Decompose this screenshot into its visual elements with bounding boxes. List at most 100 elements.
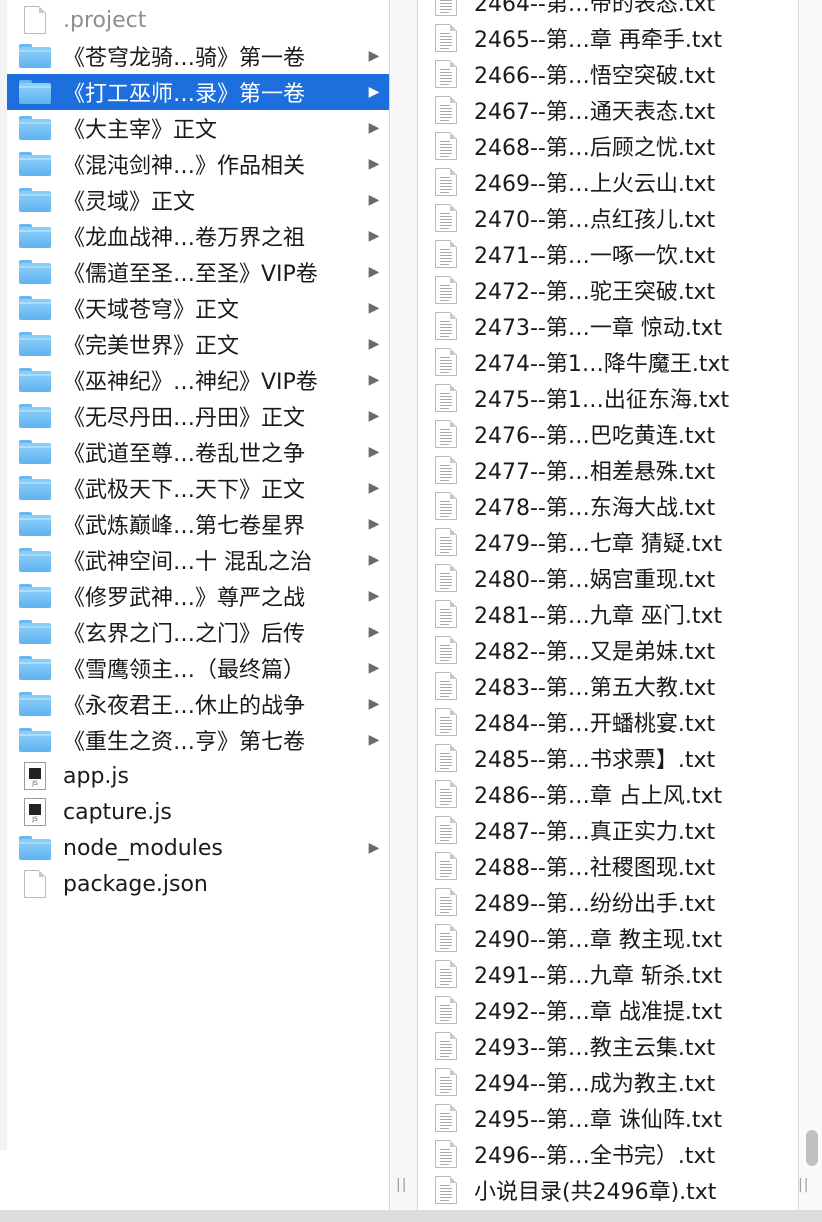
chevron-right-icon[interactable]: ▶ xyxy=(363,840,385,856)
file-row[interactable]: .project xyxy=(7,2,389,38)
file-row[interactable]: 2481--第…九章 巫门.txt xyxy=(418,596,798,632)
text-file-icon xyxy=(435,816,457,844)
file-row[interactable]: 2465--第…章 再牵手.txt xyxy=(418,20,798,56)
chevron-right-icon[interactable]: ▶ xyxy=(363,192,385,208)
folder-row[interactable]: 《重生之资…亨》第七卷 ▶ xyxy=(7,722,389,758)
file-row[interactable]: 2482--第…又是弟妹.txt xyxy=(418,632,798,668)
file-row[interactable]: 2470--第…点红孩儿.txt xyxy=(418,200,798,236)
text-file-icon xyxy=(435,1104,457,1132)
file-row[interactable]: 2495--第…章 诛仙阵.txt xyxy=(418,1100,798,1136)
chevron-right-icon[interactable]: ▶ xyxy=(363,228,385,244)
icon-slot xyxy=(7,146,63,182)
folder-row[interactable]: 《武炼巅峰…第七卷星界 ▶ xyxy=(7,506,389,542)
file-row[interactable]: 2490--第…章 教主现.txt xyxy=(418,920,798,956)
folder-row[interactable]: 《武极天下…天下》正文 ▶ xyxy=(7,470,389,506)
file-row[interactable]: 2472--第…驼王突破.txt xyxy=(418,272,798,308)
file-row[interactable]: JS app.js xyxy=(7,758,389,794)
chevron-right-icon[interactable]: ▶ xyxy=(363,84,385,100)
chevron-right-icon[interactable]: ▶ xyxy=(363,588,385,604)
file-row[interactable]: 2473--第…一章 惊动.txt xyxy=(418,308,798,344)
chevron-right-icon[interactable]: ▶ xyxy=(363,408,385,424)
folder-row[interactable]: 《无尽丹田…丹田》正文 ▶ xyxy=(7,398,389,434)
file-row[interactable]: 小说目录(共2496章).txt xyxy=(418,1172,798,1208)
scrollbar-thumb[interactable] xyxy=(806,1130,818,1166)
item-label: node_modules xyxy=(63,835,223,861)
file-row[interactable]: 2471--第…一啄一饮.txt xyxy=(418,236,798,272)
icon-slot xyxy=(7,254,63,290)
file-row[interactable]: JS capture.js xyxy=(7,794,389,830)
folder-row[interactable]: 《武道至尊…卷乱世之争 ▶ xyxy=(7,434,389,470)
column-resize-handle[interactable]: || xyxy=(798,1177,809,1193)
file-row[interactable]: 2491--第…九章 斩杀.txt xyxy=(418,956,798,992)
column-resize-handle[interactable]: || xyxy=(396,1177,407,1193)
icon-slot xyxy=(418,848,474,884)
file-row[interactable]: 2489--第…纷纷出手.txt xyxy=(418,884,798,920)
folder-row[interactable]: 《雪鹰领主…（最终篇） ▶ xyxy=(7,650,389,686)
file-row[interactable]: 2466--第…悟空突破.txt xyxy=(418,56,798,92)
file-row[interactable]: 2486--第…章 占上风.txt xyxy=(418,776,798,812)
item-label: 《武炼巅峰…第七卷星界 xyxy=(63,514,306,539)
file-row[interactable]: 2483--第…第五大教.txt xyxy=(418,668,798,704)
chevron-right-icon[interactable]: ▶ xyxy=(363,264,385,280)
folder-row[interactable]: 《武神空间…十 混乱之治 ▶ xyxy=(7,542,389,578)
chevron-right-icon[interactable]: ▶ xyxy=(363,120,385,136)
file-row[interactable]: 2480--第…娲宫重现.txt xyxy=(418,560,798,596)
file-row[interactable]: 2488--第…社稷图现.txt xyxy=(418,848,798,884)
chevron-right-icon[interactable]: ▶ xyxy=(363,48,385,64)
file-row[interactable]: 2484--第…开蟠桃宴.txt xyxy=(418,704,798,740)
parent-folder-column[interactable]: .project 《苍穹龙骑…骑》第一卷 ▶ 《打工巫师…录》第一卷 ▶ 《大主宰》正文 ▶… xyxy=(0,0,389,1210)
file-row[interactable]: 2468--第…后顾之忧.txt xyxy=(418,128,798,164)
folder-row[interactable]: 《儒道至圣…至圣》VIP卷 ▶ xyxy=(7,254,389,290)
chevron-right-icon[interactable]: ▶ xyxy=(363,156,385,172)
vertical-scrollbar[interactable]: || xyxy=(798,0,822,1210)
chevron-right-icon[interactable]: ▶ xyxy=(363,480,385,496)
chevron-right-icon[interactable]: ▶ xyxy=(363,732,385,748)
chevron-right-icon[interactable]: ▶ xyxy=(363,552,385,568)
file-row[interactable]: 2496--第…全书完）.txt xyxy=(418,1136,798,1172)
folder-row[interactable]: 《天域苍穹》正文 ▶ xyxy=(7,290,389,326)
file-row[interactable]: 2493--第…教主云集.txt xyxy=(418,1028,798,1064)
chevron-right-icon[interactable]: ▶ xyxy=(363,300,385,316)
file-row[interactable]: 2477--第…相差悬殊.txt xyxy=(418,452,798,488)
folder-row[interactable]: 《灵域》正文 ▶ xyxy=(7,182,389,218)
file-row[interactable]: 2469--第…上火云山.txt xyxy=(418,164,798,200)
chevron-right-icon[interactable]: ▶ xyxy=(363,336,385,352)
folder-row[interactable]: 《永夜君王…休止的战争 ▶ xyxy=(7,686,389,722)
folder-row[interactable]: 《完美世界》正文 ▶ xyxy=(7,326,389,362)
file-row[interactable]: 2485--第…书求票】.txt xyxy=(418,740,798,776)
folder-row[interactable]: 《玄界之门…之门》后传 ▶ xyxy=(7,614,389,650)
chevron-right-icon[interactable]: ▶ xyxy=(363,624,385,640)
file-row[interactable]: 2494--第…成为教主.txt xyxy=(418,1064,798,1100)
folder-row[interactable]: node_modules ▶ xyxy=(7,830,389,866)
file-row[interactable]: 2487--第…真正实力.txt xyxy=(418,812,798,848)
file-row[interactable]: 2492--第…章 战准提.txt xyxy=(418,992,798,1028)
text-file-icon xyxy=(435,960,457,988)
folder-row[interactable]: 《大主宰》正文 ▶ xyxy=(7,110,389,146)
file-row[interactable]: 2467--第…通天表态.txt xyxy=(418,92,798,128)
chevron-right-icon[interactable]: ▶ xyxy=(363,516,385,532)
file-row[interactable]: 2464--第…帝的表态.txt xyxy=(418,0,798,20)
chevron-right-icon[interactable]: ▶ xyxy=(363,444,385,460)
file-row[interactable]: 2475--第1…出征东海.txt xyxy=(418,380,798,416)
file-row[interactable]: package.json xyxy=(7,866,389,902)
file-row[interactable]: 2474--第1…降牛魔王.txt xyxy=(418,344,798,380)
file-row[interactable]: 2478--第…东海大战.txt xyxy=(418,488,798,524)
chevron-right-icon[interactable]: ▶ xyxy=(363,660,385,676)
folder-row[interactable]: 《巫神纪》…神纪》VIP卷 ▶ xyxy=(7,362,389,398)
horizontal-scrollbar[interactable] xyxy=(0,1210,822,1222)
file-name: 2482--第…又是弟妹.txt xyxy=(474,640,716,665)
file-name: 2494--第…成为教主.txt xyxy=(474,1072,716,1097)
chevron-right-icon[interactable]: ▶ xyxy=(363,696,385,712)
file-row[interactable]: 2476--第…巴吃黄连.txt xyxy=(418,416,798,452)
folder-row[interactable]: 《打工巫师…录》第一卷 ▶ xyxy=(7,74,389,110)
chevron-right-icon[interactable]: ▶ xyxy=(363,372,385,388)
text-file-icon xyxy=(435,492,457,520)
file-list-column[interactable]: 2464--第…帝的表态.txt 2465--第…章 再牵手.txt 2466--第… xyxy=(418,0,798,1210)
folder-row[interactable]: 《修罗武神…》尊严之战 ▶ xyxy=(7,578,389,614)
folder-row[interactable]: 《龙血战神…卷万界之祖 ▶ xyxy=(7,218,389,254)
item-label: package.json xyxy=(63,871,208,897)
folder-row[interactable]: 《苍穹龙骑…骑》第一卷 ▶ xyxy=(7,38,389,74)
folder-row[interactable]: 《混沌剑神…》作品相关 ▶ xyxy=(7,146,389,182)
column-gutter[interactable]: || xyxy=(390,0,418,1210)
file-row[interactable]: 2479--第…七章 猜疑.txt xyxy=(418,524,798,560)
